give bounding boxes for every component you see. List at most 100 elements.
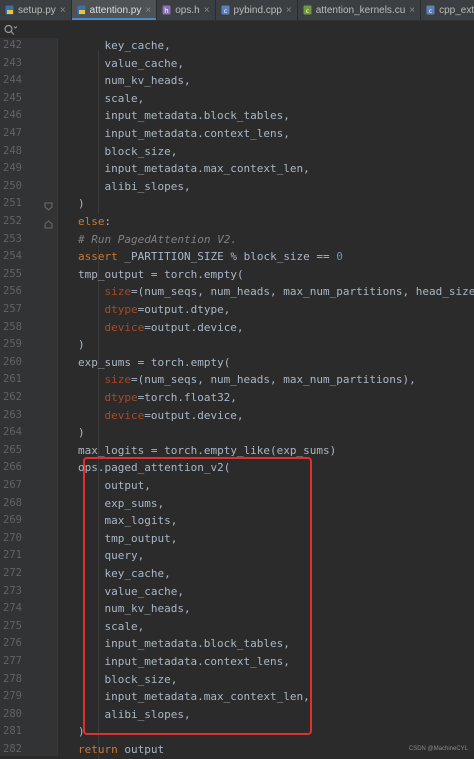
code-line[interactable]: 268 exp_sums, (0, 495, 474, 513)
code-line[interactable]: 272 key_cache, (0, 565, 474, 583)
code-line[interactable]: 273 value_cache, (0, 583, 474, 601)
code-text: else: (78, 215, 112, 228)
code-line[interactable]: 245 scale, (0, 90, 474, 108)
code-text: alibi_slopes, (104, 179, 191, 193)
line-number: 266 (3, 461, 22, 474)
code-line[interactable]: 248 block_size, (0, 143, 474, 161)
code-line[interactable]: 276 input_metadata.block_tables, (0, 635, 474, 653)
code-line[interactable]: 260 exp_sums = torch.empty( (0, 354, 474, 372)
code-line[interactable]: 274 num_kv_heads, (0, 600, 474, 618)
code-text: exp_sums, (104, 496, 165, 510)
tab-label: setup.py (18, 4, 56, 16)
code-line[interactable]: 277 input_metadata.context_lens, (0, 653, 474, 671)
code-line[interactable]: 265 max_logits = torch.empty_like(exp_sum… (0, 442, 474, 460)
code-line[interactable]: 244 num_kv_heads, (0, 72, 474, 90)
svg-text:h: h (165, 7, 169, 15)
code-line[interactable]: 257 dtype=output.dtype, (0, 301, 474, 319)
watermark: CSDN @MachineCYL (408, 746, 468, 752)
tab-pybind-cpp[interactable]: c pybind.cpp × (216, 0, 298, 20)
code-editor[interactable]: 242 key_cache, 243 value_cache, 244 num_kv_he… (0, 37, 474, 759)
line-number: 269 (3, 514, 22, 527)
code-text: input_metadata.context_lens, (104, 127, 290, 140)
svg-text:c: c (429, 8, 432, 15)
line-number: 279 (3, 690, 22, 703)
svg-text:c: c (223, 8, 226, 15)
code-text: ) (78, 197, 85, 211)
code-line[interactable]: 255 tmp_output = torch.empty( (0, 266, 474, 284)
close-tab-icon[interactable]: × (286, 5, 292, 16)
fold-start-icon[interactable] (44, 217, 53, 229)
code-line[interactable]: 264) (0, 424, 474, 442)
code-text: input_metadata.max_context_len, (104, 162, 310, 176)
close-tab-icon[interactable]: × (145, 5, 151, 16)
code-line[interactable]: 261 size=(num_seqs, num_heads, max_num_pa… (0, 371, 474, 389)
line-number: 278 (3, 672, 22, 685)
line-number: 254 (3, 250, 22, 263)
tab-label: pybind.cpp (233, 4, 282, 16)
close-tab-icon[interactable]: × (409, 5, 415, 16)
fold-end-icon[interactable] (44, 199, 53, 212)
line-number: 273 (3, 584, 22, 597)
code-text: ) (78, 338, 85, 352)
header-file-icon: h (162, 5, 171, 15)
code-line[interactable]: 249 input_metadata.max_context_len, (0, 160, 474, 178)
code-line[interactable]: 275 scale, (0, 618, 474, 636)
code-line[interactable]: 266 ops.paged_attention_v2( (0, 459, 474, 477)
line-number: 262 (3, 391, 22, 403)
code-text: device=output.device, (104, 408, 244, 422)
search-icon[interactable] (3, 22, 18, 36)
tab-cpp-extensio[interactable]: c cpp_extensio (421, 0, 474, 20)
cpp-file-icon: c (221, 5, 230, 15)
code-line[interactable]: 258 device=output.device, (0, 319, 474, 337)
code-text: assert _PARTITION_SIZE % block_size == 0 (78, 250, 343, 264)
line-number: 277 (3, 655, 22, 667)
code-line[interactable]: 267 output, (0, 477, 474, 495)
code-line[interactable]: 251) (0, 195, 474, 213)
code-line[interactable]: 269 max_logits, (0, 512, 474, 530)
line-number: 271 (3, 549, 22, 562)
code-text: dtype=output.dtype, (104, 303, 231, 316)
code-line[interactable]: 270 tmp_output, (0, 530, 474, 548)
code-line[interactable]: 254 assert _PARTITION_SIZE % block_size =… (0, 248, 474, 266)
line-number: 260 (3, 355, 22, 368)
code-line[interactable]: 262 dtype=torch.float32, (0, 389, 474, 407)
line-number: 265 (3, 443, 22, 456)
code-line[interactable]: 242 key_cache, (0, 37, 474, 55)
code-line[interactable]: 259) (0, 336, 474, 354)
line-number: 264 (3, 426, 22, 439)
code-line[interactable]: 250 alibi_slopes, (0, 178, 474, 196)
tab-setup-py[interactable]: setup.py × (0, 0, 72, 20)
code-line[interactable]: 263 device=output.device, (0, 407, 474, 425)
code-text: dtype=torch.float32, (104, 391, 237, 404)
code-text: key_cache, (104, 567, 171, 580)
tab-attention-kernels-cu[interactable]: c attention_kernels.cu × (298, 0, 422, 20)
code-line[interactable]: 256 size=(num_seqs, num_heads, max_num_pa… (0, 283, 474, 301)
code-line[interactable]: 243 value_cache, (0, 55, 474, 73)
code-line[interactable]: 280 alibi_slopes, (0, 706, 474, 724)
code-line[interactable]: 279 input_metadata.max_context_len, (0, 688, 474, 706)
code-text: value_cache, (104, 56, 184, 70)
code-line[interactable]: 247 input_metadata.context_lens, (0, 125, 474, 143)
code-line[interactable]: 278 block_size, (0, 671, 474, 689)
line-number: 268 (3, 496, 22, 509)
code-line[interactable]: 252 else: (0, 213, 474, 231)
line-number: 244 (3, 74, 22, 87)
close-tab-icon[interactable]: × (60, 5, 66, 16)
close-tab-icon[interactable]: × (204, 5, 210, 16)
tab-ops-h[interactable]: h ops.h × (157, 0, 216, 20)
code-text: block_size, (104, 672, 178, 686)
line-number: 246 (3, 109, 22, 122)
code-text: device=output.device, (104, 320, 244, 334)
line-number: 249 (3, 162, 22, 175)
line-number: 280 (3, 707, 22, 720)
line-number: 243 (3, 56, 22, 69)
code-line[interactable]: 246 input_metadata.block_tables, (0, 107, 474, 125)
code-line[interactable]: 271 query, (0, 547, 474, 565)
code-text: key_cache, (104, 39, 171, 52)
svg-text:c: c (306, 8, 309, 15)
code-line[interactable]: 253 # Run PagedAttention V2. (0, 231, 474, 249)
tab-attention-py[interactable]: attention.py × (71, 0, 158, 20)
code-text: input_metadata.block_tables, (104, 109, 290, 123)
code-text: block_size, (104, 144, 178, 158)
code-line[interactable]: 281) (0, 723, 474, 741)
